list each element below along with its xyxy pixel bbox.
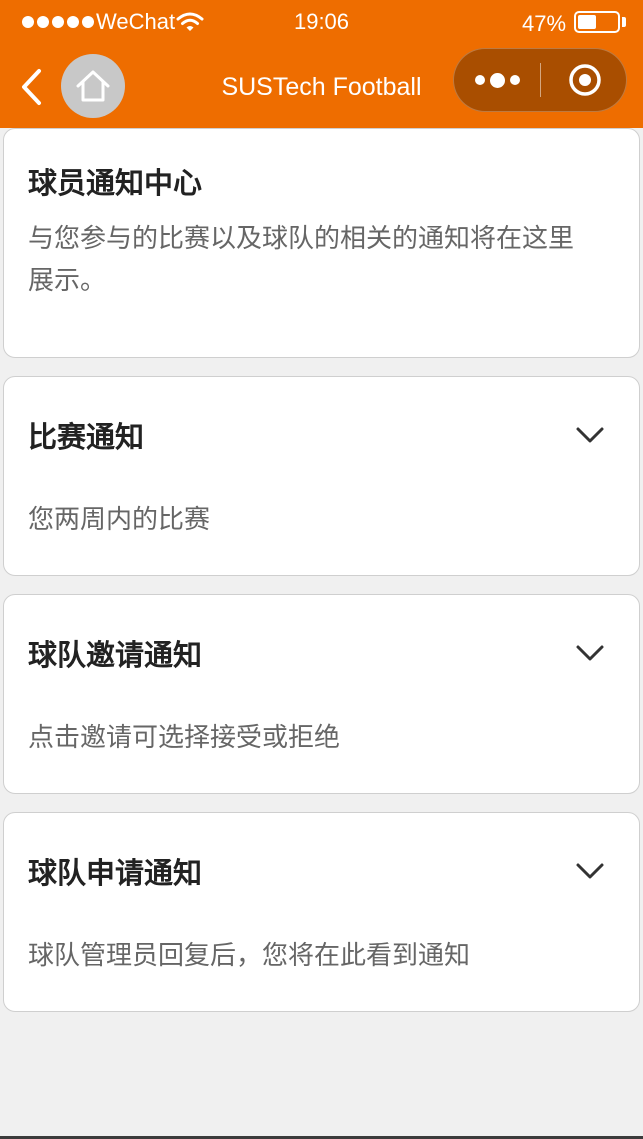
close-button[interactable] xyxy=(542,49,628,111)
team-invite-notice-card[interactable]: 球队邀请通知 点击邀请可选择接受或拒绝 xyxy=(3,594,640,794)
chevron-down-icon[interactable] xyxy=(575,643,605,663)
more-dots-icon xyxy=(474,75,485,85)
more-button[interactable] xyxy=(454,49,540,111)
card-title: 球队申请通知 xyxy=(28,856,203,890)
match-notice-card[interactable]: 比赛通知 您两周内的比赛 xyxy=(3,376,640,576)
page-title: SUSTech Football xyxy=(221,73,422,101)
battery-tip xyxy=(622,17,626,27)
card-description: 您两周内的比赛 xyxy=(28,505,211,535)
card-description-line: 与您参与的比赛以及球队的相关的通知将在这里 xyxy=(28,224,575,254)
card-description: 与您参与的比赛以及球队的相关的通知将在这里 展示。 xyxy=(28,218,574,302)
battery-percentage: 47% xyxy=(522,11,567,36)
chevron-left-icon xyxy=(22,69,41,105)
chevron-down-icon[interactable] xyxy=(575,861,605,881)
top-bar: WeChat 19:06 47% SUSTech Football xyxy=(0,0,643,128)
chevron-down-icon[interactable] xyxy=(575,425,605,445)
card-title: 球员通知中心 xyxy=(28,166,203,200)
card-description: 点击邀请可选择接受或拒绝 xyxy=(28,723,341,753)
card-description: 球队管理员回复后，您将在此看到通知 xyxy=(28,941,471,971)
capsule-divider xyxy=(540,63,541,97)
home-button[interactable] xyxy=(61,54,125,118)
target-close-icon xyxy=(569,64,601,96)
team-application-notice-card[interactable]: 球队申请通知 球队管理员回复后，您将在此看到通知 xyxy=(3,812,640,1012)
card-title: 比赛通知 xyxy=(28,420,145,454)
home-icon xyxy=(76,70,110,102)
back-button[interactable] xyxy=(16,64,46,110)
card-title: 球队邀请通知 xyxy=(28,638,203,672)
card-description-line: 展示。 xyxy=(28,266,107,296)
battery-icon xyxy=(574,11,620,33)
status-bar: WeChat 19:06 47% xyxy=(0,0,643,44)
mini-program-capsule xyxy=(453,48,627,112)
player-notice-center-card: 球员通知中心 与您参与的比赛以及球队的相关的通知将在这里 展示。 xyxy=(3,128,640,358)
